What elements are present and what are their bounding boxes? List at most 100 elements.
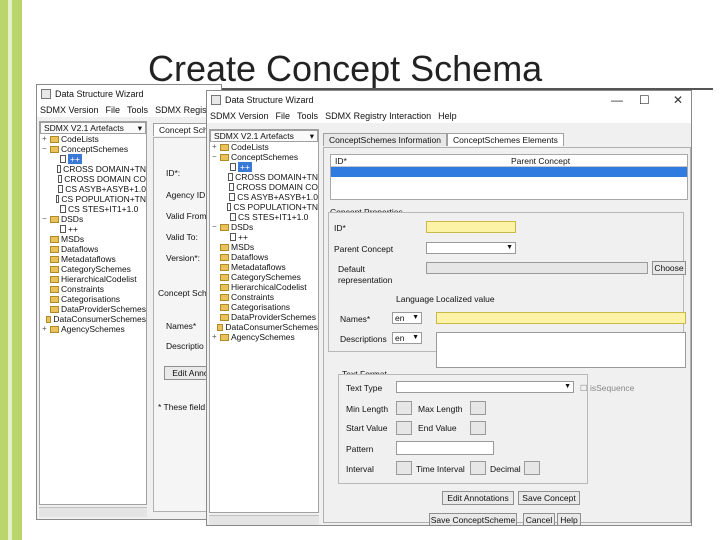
- tree-node[interactable]: ++: [42, 224, 146, 234]
- tree-node[interactable]: CS ASYB+ASYB+1.0: [42, 184, 146, 194]
- tree-node[interactable]: HierarchicalCodelist: [212, 282, 318, 292]
- collapse-icon[interactable]: −: [42, 214, 50, 224]
- tree-node[interactable]: CategorySchemes: [212, 272, 318, 282]
- folder-icon: [50, 255, 59, 263]
- tree-node[interactable]: Categorisations: [42, 294, 146, 304]
- time-interval-input[interactable]: [470, 461, 486, 475]
- parent-concept-select[interactable]: ▼: [426, 242, 516, 254]
- tree-node[interactable]: − DSDs: [42, 214, 146, 224]
- tree-node[interactable]: CS STES+IT1+1.0: [212, 212, 318, 222]
- menu-tools[interactable]: Tools: [297, 111, 318, 121]
- tree-node[interactable]: + AgencySchemes: [212, 332, 318, 342]
- tree-node[interactable]: + AgencySchemes: [42, 324, 146, 334]
- table-row[interactable]: [331, 167, 687, 177]
- tree-node[interactable]: − DSDs: [212, 222, 318, 232]
- menu-file[interactable]: File: [106, 105, 121, 115]
- cancel-button[interactable]: Cancel: [523, 513, 555, 525]
- tree-node[interactable]: Constraints: [212, 292, 318, 302]
- tree-node[interactable]: Categorisations: [212, 302, 318, 312]
- tree-node[interactable]: CS POPULATION+TN: [212, 202, 318, 212]
- menu-sdmx-version[interactable]: SDMX Version: [210, 111, 269, 121]
- minimize-icon[interactable]: —: [611, 93, 623, 107]
- tree-node[interactable]: MSDs: [42, 234, 146, 244]
- is-sequence-checkbox[interactable]: ☐ isSequence: [580, 383, 634, 394]
- expand-icon[interactable]: +: [42, 134, 50, 144]
- min-length-input[interactable]: [396, 401, 412, 415]
- id-input[interactable]: [426, 221, 516, 233]
- tree-node[interactable]: CROSS DOMAIN+TN: [42, 164, 146, 174]
- menu-file[interactable]: File: [276, 111, 291, 121]
- slide: Create Concept Schema Data Structure Wiz…: [0, 0, 720, 540]
- front-artefacts-dropdown[interactable]: SDMX V2.1 Artefacts ▾: [210, 130, 318, 142]
- maximize-icon[interactable]: ☐: [639, 93, 650, 107]
- save-concept-button[interactable]: Save Concept: [518, 491, 580, 505]
- tree-node[interactable]: Metadataflows: [212, 262, 318, 272]
- folder-icon: [50, 245, 59, 253]
- tree-node[interactable]: Dataflows: [42, 244, 146, 254]
- tree-node[interactable]: ++: [42, 154, 146, 164]
- tree-node[interactable]: Constraints: [42, 284, 146, 294]
- tree-node[interactable]: ++: [212, 232, 318, 242]
- back-artefacts-dropdown[interactable]: SDMX V2.1 Artefacts ▾: [40, 122, 146, 134]
- decimal-input[interactable]: [524, 461, 540, 475]
- back-scrollbar[interactable]: [39, 507, 147, 517]
- front-tree-scrollbar[interactable]: [209, 515, 319, 525]
- end-value-input[interactable]: [470, 421, 486, 435]
- menu-help[interactable]: Help: [438, 111, 457, 121]
- back-names-label: Names*: [166, 321, 197, 331]
- menu-sdmx-registry[interactable]: SDMX Registr: [155, 105, 212, 115]
- menu-sdmx-version[interactable]: SDMX Version: [40, 105, 99, 115]
- max-length-input[interactable]: [470, 401, 486, 415]
- tree-node-label: Metadataflows: [61, 254, 116, 264]
- tab-concept-schemes-information[interactable]: ConceptSchemes Information: [323, 133, 447, 146]
- expand-icon[interactable]: +: [42, 324, 50, 334]
- tree-node[interactable]: + CodeLists: [212, 142, 318, 152]
- tree-node[interactable]: HierarchicalCodelist: [42, 274, 146, 284]
- tree-node[interactable]: DataProviderSchemes: [212, 312, 318, 322]
- tree-node[interactable]: CS POPULATION+TN: [42, 194, 146, 204]
- collapse-icon[interactable]: −: [212, 222, 220, 232]
- interval-input[interactable]: [396, 461, 412, 475]
- expand-icon[interactable]: +: [212, 142, 220, 152]
- tree-node[interactable]: DataConsumerSchemes: [42, 314, 146, 324]
- chevron-down-icon: ▼: [412, 334, 419, 341]
- collapse-icon[interactable]: −: [212, 152, 220, 162]
- tree-node[interactable]: CROSS DOMAIN CO: [212, 182, 318, 192]
- menu-registry[interactable]: SDMX Registry Interaction: [325, 111, 431, 121]
- tree-node[interactable]: − ConceptSchemes: [212, 152, 318, 162]
- chevron-down-icon: ▼: [412, 314, 419, 321]
- choose-button[interactable]: Choose: [652, 261, 686, 275]
- tree-node[interactable]: Dataflows: [212, 252, 318, 262]
- expand-icon[interactable]: +: [212, 332, 220, 342]
- save-concept-scheme-button[interactable]: Save ConceptScheme: [429, 513, 517, 525]
- edit-annotations-button[interactable]: Edit Annotations: [442, 491, 514, 505]
- tree-node[interactable]: CROSS DOMAIN+TN: [212, 172, 318, 182]
- default-representation-input[interactable]: [426, 262, 648, 274]
- tree-node[interactable]: − ConceptSchemes: [42, 144, 146, 154]
- tree-node[interactable]: ++: [212, 162, 318, 172]
- names-language-select[interactable]: en ▼: [392, 312, 422, 324]
- help-button[interactable]: Help: [557, 513, 581, 525]
- menu-tools[interactable]: Tools: [127, 105, 148, 115]
- tree-node[interactable]: Metadataflows: [42, 254, 146, 264]
- names-value-input[interactable]: [436, 312, 686, 324]
- tree-node[interactable]: CS STES+IT1+1.0: [42, 204, 146, 214]
- descriptions-language-select[interactable]: en ▼: [392, 332, 422, 344]
- tree-node-label: ConceptSchemes: [61, 144, 129, 154]
- start-value-input[interactable]: [396, 421, 412, 435]
- tree-node[interactable]: CROSS DOMAIN CO: [42, 174, 146, 184]
- tree-node[interactable]: MSDs: [212, 242, 318, 252]
- tree-node[interactable]: + CodeLists: [42, 134, 146, 144]
- collapse-icon[interactable]: −: [42, 144, 50, 154]
- pattern-input[interactable]: [396, 441, 494, 455]
- close-icon[interactable]: ✕: [673, 93, 683, 107]
- tree-node[interactable]: DataConsumerSchemes: [212, 322, 318, 332]
- tree-node[interactable]: DataProviderSchemes: [42, 304, 146, 314]
- tree-node[interactable]: CS ASYB+ASYB+1.0: [212, 192, 318, 202]
- text-type-select[interactable]: ▼: [396, 381, 574, 393]
- document-icon: [229, 193, 236, 201]
- tree-node[interactable]: CategorySchemes: [42, 264, 146, 274]
- tab-concept-schemes-elements[interactable]: ConceptSchemes Elements: [446, 133, 564, 146]
- descriptions-value-input[interactable]: [436, 332, 686, 368]
- chevron-down-icon: ▼: [564, 383, 571, 390]
